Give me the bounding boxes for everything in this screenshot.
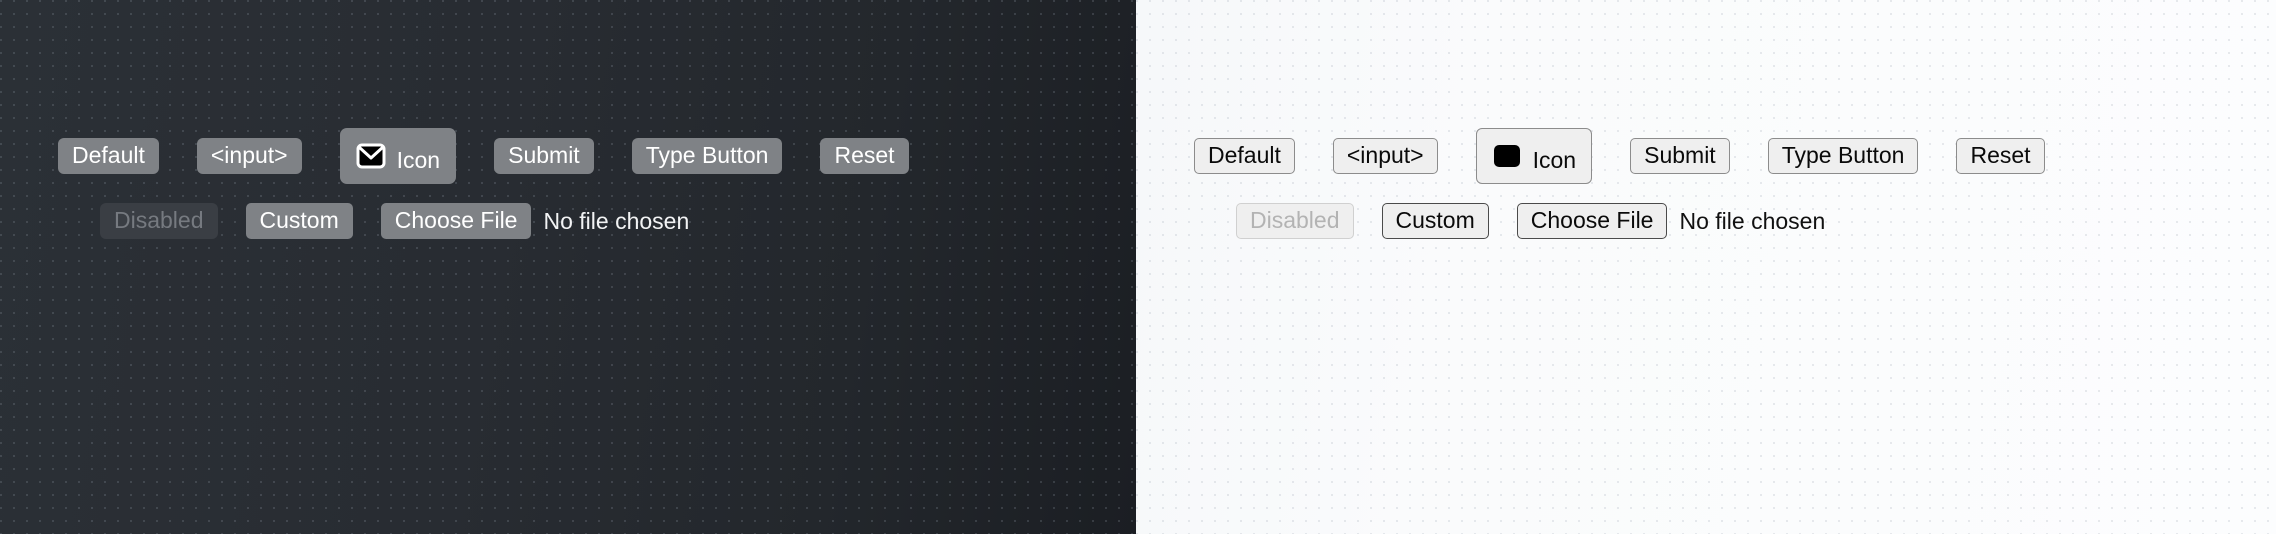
light-choose-file-button[interactable]: Choose File xyxy=(1516,203,1668,239)
envelope-icon xyxy=(354,141,388,171)
dark-choose-file-button[interactable]: Choose File xyxy=(380,203,532,239)
dark-secondary-button-row: Disabled Custom Choose File No file chos… xyxy=(100,200,689,242)
dark-theme-panel: Default <input> Icon Submit Type Button … xyxy=(0,0,1136,534)
light-icon-button-label: Icon xyxy=(1532,146,1577,173)
dark-reset-button[interactable]: Reset xyxy=(820,138,909,174)
dark-panel-rows: Default <input> Icon Submit Type Button … xyxy=(0,0,1136,534)
light-reset-button[interactable]: Reset xyxy=(1956,138,2045,174)
light-theme-panel: Default <input> Icon Submit Type Button … xyxy=(1136,0,2276,534)
light-icon-button[interactable]: Icon xyxy=(1475,128,1593,184)
light-secondary-button-row: Disabled Custom Choose File No file chos… xyxy=(1236,200,1825,242)
dark-file-status-text: No file chosen xyxy=(543,207,690,234)
light-disabled-button: Disabled xyxy=(1236,203,1354,239)
light-default-button[interactable]: Default xyxy=(1194,138,1295,174)
dark-submit-button[interactable]: Submit xyxy=(494,138,594,174)
light-input-button[interactable]: <input> xyxy=(1332,138,1438,174)
light-file-input[interactable]: Choose File No file chosen xyxy=(1516,203,1826,239)
light-primary-button-row: Default <input> Icon Submit Type Button … xyxy=(1194,126,2045,186)
dark-icon-button[interactable]: Icon xyxy=(339,128,457,184)
dark-input-button[interactable]: <input> xyxy=(196,138,302,174)
dark-primary-button-row: Default <input> Icon Submit Type Button … xyxy=(58,126,909,186)
envelope-icon xyxy=(1490,141,1524,171)
dark-file-input[interactable]: Choose File No file chosen xyxy=(380,203,690,239)
dark-default-button[interactable]: Default xyxy=(58,138,159,174)
light-type-button[interactable]: Type Button xyxy=(1767,138,1919,174)
dark-disabled-button: Disabled xyxy=(100,203,218,239)
dark-custom-button[interactable]: Custom xyxy=(245,203,353,239)
light-submit-button[interactable]: Submit xyxy=(1630,138,1730,174)
light-file-status-text: No file chosen xyxy=(1679,207,1826,234)
light-panel-rows: Default <input> Icon Submit Type Button … xyxy=(1136,0,2276,534)
comparison-stage: Default <input> Icon Submit Type Button … xyxy=(0,0,2276,534)
light-custom-button[interactable]: Custom xyxy=(1381,203,1489,239)
dark-icon-button-label: Icon xyxy=(396,146,441,173)
dark-type-button[interactable]: Type Button xyxy=(631,138,783,174)
